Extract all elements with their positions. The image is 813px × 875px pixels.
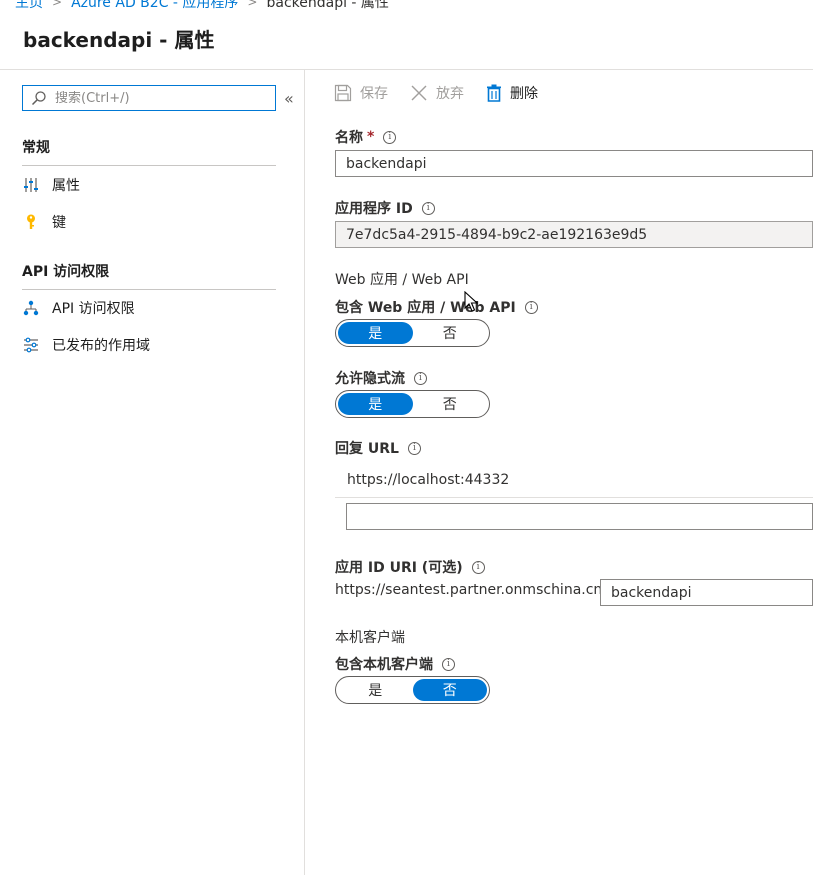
- info-icon[interactable]: i: [524, 300, 538, 314]
- delete-button[interactable]: 删除: [486, 83, 538, 103]
- app-id-uri-label-text: 应用 ID URI (可选): [335, 560, 463, 576]
- include-web-label: 包含 Web 应用 / Web API i: [335, 297, 538, 317]
- sidebar-item-properties[interactable]: 属性: [22, 174, 80, 196]
- toggle-no-option[interactable]: 否: [413, 322, 488, 344]
- sidebar-item-api-access[interactable]: API 访问权限: [22, 297, 135, 319]
- app-id-label-text: 应用程序 ID: [335, 201, 413, 217]
- discard-button[interactable]: 放弃: [410, 83, 464, 103]
- app-id-uri-prefix: https://seantest.partner.onmschina.cn/: [335, 582, 608, 598]
- toggle-yes-option[interactable]: 是: [338, 393, 413, 415]
- include-native-label: 包含本机客户端 i: [335, 654, 455, 674]
- delete-label: 删除: [510, 86, 538, 102]
- include-native-label-text: 包含本机客户端: [335, 657, 433, 673]
- properties-icon: [22, 176, 40, 194]
- app-id-uri-label: 应用 ID URI (可选) i: [335, 557, 485, 577]
- trash-icon: [486, 84, 502, 102]
- web-app-section-heading: Web 应用 / Web API: [335, 272, 469, 288]
- nav-group-api-access: API 访问权限: [22, 261, 276, 290]
- app-id-field[interactable]: 7e7dc5a4-2915-4894-b9c2-ae192163e9d5: [335, 221, 813, 248]
- info-icon[interactable]: i: [471, 560, 485, 574]
- discard-label: 放弃: [436, 86, 464, 102]
- breadcrumb-tenant-link[interactable]: Azure AD B2C - 应用程序: [71, 0, 238, 12]
- name-label-text: 名称: [335, 130, 363, 146]
- app-id-uri-field[interactable]: backendapi: [600, 579, 813, 606]
- nav-group-general: 常规: [22, 137, 276, 166]
- required-marker: *: [367, 129, 375, 145]
- save-label: 保存: [360, 86, 388, 102]
- command-bar: 保存 放弃 删除: [334, 80, 560, 106]
- breadcrumb-current: backendapi - 属性: [266, 0, 389, 11]
- header-divider: [0, 69, 813, 70]
- toggle-yes-option[interactable]: 是: [338, 322, 413, 344]
- implicit-flow-label: 允许隐式流 i: [335, 368, 427, 388]
- sidebar-item-label: 已发布的作用域: [52, 338, 150, 354]
- toggle-no-option[interactable]: 否: [413, 393, 488, 415]
- breadcrumb: 主页 > Azure AD B2C - 应用程序 > backendapi - …: [15, 0, 389, 12]
- name-label: 名称 * i: [335, 127, 397, 147]
- mouse-pointer-icon: [464, 291, 478, 312]
- sidebar-item-published-scopes[interactable]: 已发布的作用域: [22, 334, 150, 356]
- save-button[interactable]: 保存: [334, 83, 388, 103]
- implicit-flow-toggle[interactable]: 是 否: [335, 390, 490, 418]
- sidebar-item-label: 属性: [52, 178, 80, 194]
- sidebar-search[interactable]: [22, 85, 276, 111]
- name-field[interactable]: backendapi: [335, 150, 813, 177]
- sidebar-item-keys[interactable]: 键: [22, 211, 66, 233]
- info-icon[interactable]: i: [407, 441, 421, 455]
- scopes-icon: [22, 336, 40, 354]
- breadcrumb-home-link[interactable]: 主页: [15, 0, 43, 12]
- info-icon[interactable]: i: [421, 201, 435, 215]
- page-title: backendapi - 属性: [23, 28, 215, 52]
- close-icon: [410, 84, 428, 102]
- include-native-toggle[interactable]: 是 否: [335, 676, 490, 704]
- new-reply-url-input[interactable]: [346, 503, 813, 530]
- toggle-yes-option[interactable]: 是: [338, 679, 413, 701]
- search-icon: [31, 91, 46, 106]
- include-web-toggle[interactable]: 是 否: [335, 319, 490, 347]
- info-icon[interactable]: i: [414, 371, 427, 385]
- key-icon: [22, 213, 40, 231]
- collapse-sidebar-icon[interactable]: «: [284, 89, 294, 108]
- breadcrumb-separator-icon: >: [247, 0, 258, 9]
- include-web-label-text: 包含 Web 应用 / Web API: [335, 300, 516, 316]
- reply-url-row[interactable]: https://localhost:44332: [335, 462, 813, 498]
- reply-url-label-text: 回复 URL: [335, 441, 399, 457]
- info-icon[interactable]: i: [383, 130, 397, 144]
- sidebar-item-label: API 访问权限: [52, 301, 135, 317]
- search-input[interactable]: [55, 90, 255, 106]
- reply-url-label: 回复 URL i: [335, 438, 421, 458]
- save-icon: [334, 84, 352, 102]
- app-id-label: 应用程序 ID i: [335, 198, 435, 218]
- implicit-flow-label-text: 允许隐式流: [335, 371, 405, 387]
- info-icon[interactable]: i: [442, 657, 455, 671]
- sidebar-divider: [304, 70, 305, 875]
- native-client-section-heading: 本机客户端: [335, 630, 405, 646]
- api-access-icon: [22, 299, 40, 317]
- toggle-no-option[interactable]: 否: [412, 679, 487, 701]
- sidebar-item-label: 键: [52, 215, 66, 231]
- breadcrumb-separator-icon: >: [52, 0, 63, 9]
